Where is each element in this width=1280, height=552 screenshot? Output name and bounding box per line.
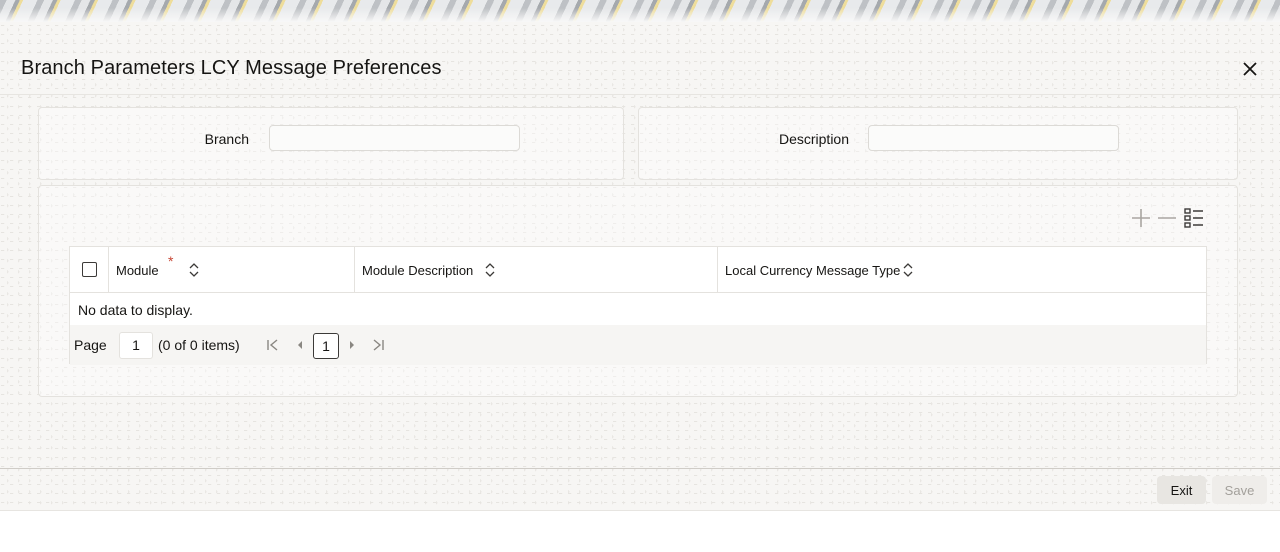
page-label: Page (74, 337, 107, 353)
description-panel: Description (638, 107, 1238, 180)
table-header: Module * Module Description Local Curren… (70, 247, 1206, 293)
dialog: Branch Parameters LCY Message Preference… (0, 22, 1280, 510)
title-divider (0, 94, 1280, 95)
page-title: Branch Parameters LCY Message Preference… (21, 57, 442, 79)
add-row-button[interactable] (1130, 207, 1152, 229)
delete-row-button[interactable] (1156, 207, 1178, 229)
branch-input[interactable] (269, 125, 520, 151)
last-page-icon (373, 339, 384, 351)
first-page-button[interactable] (264, 336, 282, 354)
single-record-view-button[interactable] (1183, 207, 1205, 229)
previous-page-icon (298, 341, 302, 349)
column-header-module-description[interactable]: Module Description (362, 263, 473, 278)
sort-icon[interactable] (484, 262, 496, 278)
column-divider (717, 247, 718, 293)
list-view-icon (1184, 208, 1203, 228)
page-number-input[interactable]: 1 (119, 332, 153, 359)
page-button[interactable]: 1 (313, 333, 339, 359)
required-indicator: * (168, 253, 174, 269)
column-header-module[interactable]: Module (116, 263, 159, 278)
next-page-icon (350, 341, 354, 349)
column-header-local-currency-message-type[interactable]: Local Currency Message Type (725, 263, 900, 278)
items-summary: (0 of 0 items) (158, 337, 240, 353)
select-all-checkbox[interactable] (82, 262, 97, 277)
column-divider (354, 247, 355, 293)
save-button[interactable]: Save (1212, 476, 1267, 504)
description-label: Description (778, 131, 849, 147)
column-divider (108, 247, 109, 293)
branch-label: Branch (204, 131, 249, 147)
first-page-icon (267, 339, 278, 351)
close-icon (1243, 62, 1257, 76)
close-button[interactable] (1236, 58, 1264, 80)
footer-divider (0, 468, 1280, 469)
empty-table-message: No data to display. (78, 302, 193, 318)
minus-icon (1158, 217, 1176, 219)
sort-icon[interactable] (188, 262, 200, 278)
last-page-button[interactable] (369, 336, 387, 354)
description-input[interactable] (868, 125, 1119, 151)
sort-icon[interactable] (902, 262, 914, 278)
message-preferences-table: Module * Module Description Local Curren… (69, 246, 1207, 365)
exit-button[interactable]: Exit (1157, 476, 1206, 504)
next-page-button[interactable] (343, 336, 361, 354)
pagination-bar: Page 1 (0 of 0 items) 1 (70, 325, 1206, 365)
plus-icon (1132, 209, 1150, 227)
previous-page-button[interactable] (291, 336, 309, 354)
header-banner (0, 0, 1280, 22)
bottom-divider (0, 510, 1280, 511)
branch-panel: Branch (38, 107, 624, 180)
